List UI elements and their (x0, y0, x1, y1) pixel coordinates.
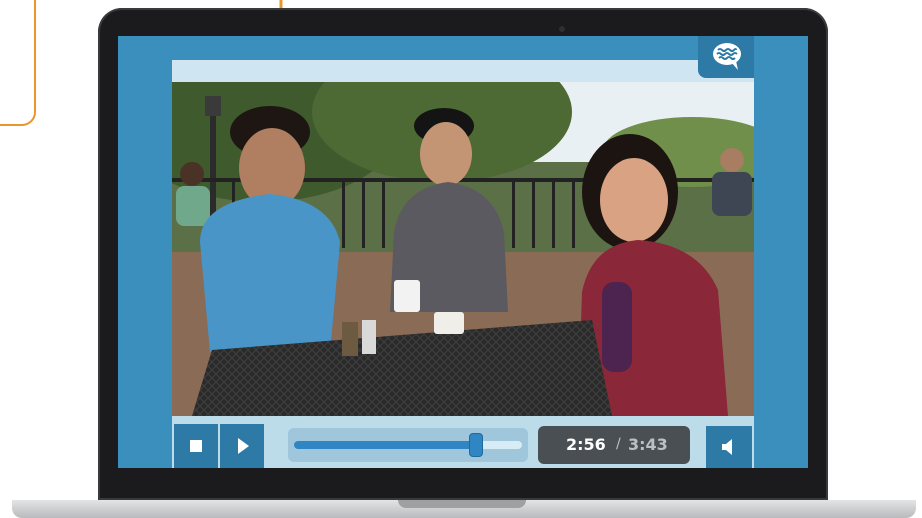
time-display: 2:56 / 3:43 (538, 426, 690, 464)
player-controls: 2:56 / 3:43 (172, 416, 754, 468)
seek-bar (294, 434, 522, 456)
play-button[interactable] (220, 424, 264, 468)
time-separator: / (616, 436, 621, 452)
chat-button[interactable] (698, 36, 754, 78)
player-top-bar (172, 60, 754, 82)
total-duration: 3:43 (628, 435, 668, 454)
stop-icon (190, 440, 202, 452)
video-player: 2:56 / 3:43 (118, 36, 808, 468)
video-frame[interactable] (172, 82, 754, 416)
seek-progress-fill (294, 441, 477, 449)
chat-bubble-icon (713, 43, 741, 70)
speaker-icon (722, 439, 732, 455)
play-icon (238, 438, 249, 454)
volume-button[interactable] (706, 426, 752, 468)
video-scene (172, 82, 754, 416)
camera-icon (559, 26, 565, 32)
current-time: 2:56 (566, 435, 606, 454)
callout-frame (0, 0, 36, 126)
stage: 2:56 / 3:43 (0, 0, 922, 518)
stop-button[interactable] (174, 424, 218, 468)
laptop-base-notch (398, 500, 526, 508)
seek-slider[interactable] (288, 428, 528, 462)
seek-handle[interactable] (470, 434, 483, 456)
